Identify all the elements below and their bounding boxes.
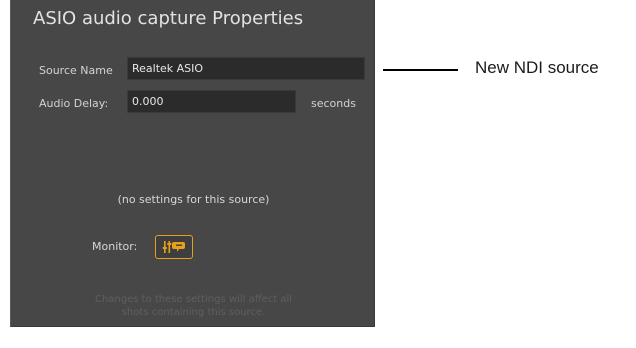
- callout-leader-line: [383, 69, 458, 71]
- monitor-toggle-button[interactable]: [155, 235, 193, 259]
- hint-text-line-2: shots containing this source.: [121, 307, 266, 318]
- source-name-input[interactable]: Realtek ASIO: [127, 57, 365, 80]
- no-settings-message: (no settings for this source): [117, 193, 270, 206]
- source-name-label: Source Name: [39, 64, 113, 77]
- audio-delay-unit: seconds: [311, 97, 356, 110]
- monitor-label: Monitor:: [92, 240, 138, 253]
- properties-panel: ASIO audio capture Properties Source Nam…: [10, 0, 375, 327]
- screenshot-canvas: ASIO audio capture Properties Source Nam…: [0, 0, 636, 348]
- hint-text-line-1: Changes to these settings will affect al…: [94, 294, 293, 305]
- audio-monitor-icon: [162, 241, 185, 253]
- panel-title: ASIO audio capture Properties: [33, 8, 304, 29]
- callout-label: New NDI source: [475, 58, 599, 77]
- audio-delay-label: Audio Delay:: [39, 97, 109, 110]
- audio-delay-input[interactable]: 0.000: [127, 90, 296, 113]
